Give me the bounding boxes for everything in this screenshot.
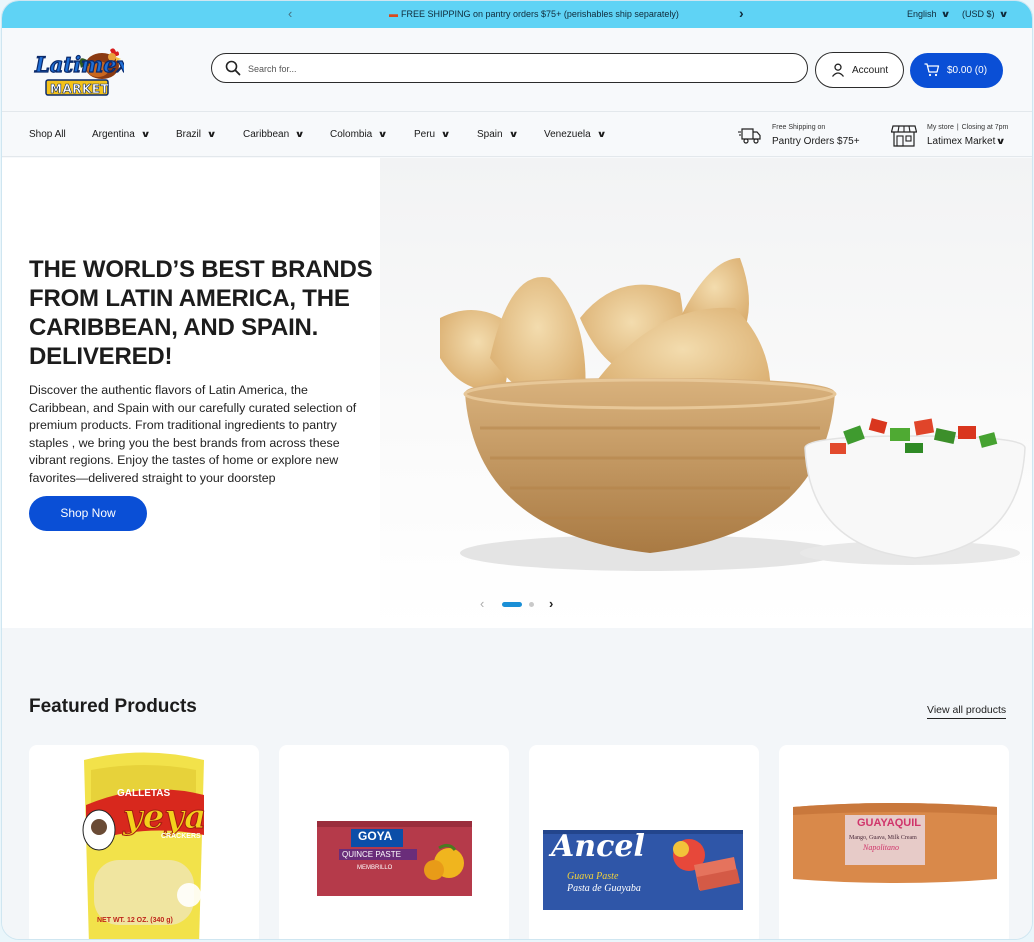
- nav-label: Shop All: [29, 129, 66, 140]
- slider-dot[interactable]: [529, 602, 534, 607]
- product-name: yeya: [122, 797, 207, 838]
- announcement-next-icon[interactable]: ›: [739, 5, 744, 21]
- chevron-down-icon: ∨: [995, 136, 1007, 146]
- store-small-text: My store | Closing at 7pm: [927, 124, 1009, 131]
- featured-title: Featured Products: [29, 696, 197, 717]
- product-brand: GOYA: [358, 829, 393, 843]
- storefront-icon: [891, 125, 917, 147]
- main-nav: Shop All Argentina ∨ Brazil ∨ Caribbean ∨ C…: [2, 113, 1032, 157]
- product-card[interactable]: GUAYAQUIL Mango, Guava, Milk Cream Napol…: [779, 745, 1009, 939]
- product-weight: NET WT. 12 OZ. (340 g): [97, 917, 173, 924]
- chevron-down-icon: ∨: [377, 129, 389, 139]
- store-label: My store: [927, 124, 954, 131]
- account-label: Account: [852, 65, 889, 76]
- search-bar[interactable]: [211, 53, 808, 83]
- language-label: English: [907, 9, 937, 19]
- currency-label: (USD $): [962, 9, 995, 19]
- store-name: Latimex Market: [927, 136, 996, 147]
- nav-item-peru[interactable]: Peru ∨: [414, 129, 451, 140]
- announcement-bar: ‹ ▬ FREE SHIPPING on pantry orders $75+ (…: [2, 1, 1032, 28]
- nav-item-venezuela[interactable]: Venezuela ∨: [544, 129, 607, 140]
- cart-icon: [924, 63, 940, 77]
- nav-item-colombia[interactable]: Colombia ∨: [330, 129, 389, 140]
- product-name: Guava Paste: [567, 871, 619, 882]
- featured-products-section: Featured Products View all products GALL…: [2, 628, 1032, 939]
- slider-prev-icon[interactable]: ‹: [480, 596, 484, 611]
- announcement-prev-icon[interactable]: ‹: [288, 6, 292, 21]
- svg-text:Latimex: Latimex: [34, 52, 124, 77]
- slider-dot-active[interactable]: [502, 602, 522, 607]
- product-sub: MEMBRILLO: [357, 865, 393, 871]
- view-all-products-link[interactable]: View all products: [927, 704, 1007, 719]
- product-brand: GUAYAQUIL: [857, 817, 921, 829]
- shipping-small-text: Free Shipping on: [772, 124, 826, 131]
- announcement-text: FREE SHIPPING on pantry orders $75+ (per…: [401, 9, 679, 19]
- nav-label: Peru: [414, 129, 436, 140]
- product-sub: CRACKERS: [161, 833, 201, 840]
- chevron-down-icon: ∨: [998, 9, 1009, 19]
- nav-item-brazil[interactable]: Brazil ∨: [176, 129, 217, 140]
- nav-label: Colombia: [330, 129, 373, 140]
- nav-item-shop-all[interactable]: Shop All: [29, 129, 66, 140]
- chevron-down-icon: ∨: [940, 9, 951, 19]
- product-sub: Pasta de Guayaba: [567, 883, 641, 894]
- chevron-down-icon: ∨: [140, 129, 151, 139]
- product-name: QUINCE PASTE: [342, 850, 401, 859]
- empanadas-illustration: [440, 258, 1026, 571]
- user-icon: [831, 63, 845, 77]
- account-button[interactable]: Account: [815, 52, 904, 88]
- logo-market-text: MARKET: [50, 82, 110, 97]
- product-name: Mango, Guava, Milk Cream: [849, 835, 917, 841]
- product-image-yeya-crackers: [82, 752, 204, 939]
- shop-now-button[interactable]: Shop Now: [29, 496, 147, 531]
- page-frame: ‹ ▬ FREE SHIPPING on pantry orders $75+ (…: [1, 0, 1033, 940]
- nav-item-argentina[interactable]: Argentina ∨: [92, 129, 151, 140]
- chevron-down-icon: ∨: [206, 129, 217, 139]
- chevron-down-icon: ∨: [294, 129, 305, 139]
- product-sub: Napolitano: [863, 843, 900, 852]
- announcement-message: ▬ FREE SHIPPING on pantry orders $75+ (pe…: [389, 9, 679, 19]
- search-input[interactable]: [248, 60, 788, 77]
- site-logo[interactable]: Latimex MARKET: [32, 42, 130, 98]
- gift-icon: ▬: [389, 9, 398, 19]
- shipping-main-text: Pantry Orders $75+: [772, 136, 860, 147]
- nav-label: Venezuela: [544, 129, 591, 140]
- currency-selector[interactable]: (USD $) ∨: [962, 9, 1009, 20]
- language-selector[interactable]: English ∨: [907, 9, 951, 20]
- nav-label: Spain: [477, 129, 503, 140]
- product-image-goya-quince: [317, 821, 472, 896]
- slider-next-icon[interactable]: ›: [549, 596, 553, 611]
- store-main-text: Latimex Market∨: [927, 136, 1007, 147]
- chevron-down-icon: ∨: [596, 129, 607, 139]
- product-card[interactable]: Ancel Guava Paste Pasta de Guayaba: [529, 745, 759, 939]
- delivery-truck-icon: [738, 128, 761, 144]
- hero-image-empanadas: [380, 158, 1032, 628]
- cart-total: $0.00 (0): [947, 65, 988, 76]
- product-card[interactable]: GALLETAS yeya CRACKERS NET WT. 12 OZ. (3…: [29, 745, 259, 939]
- hero-title: THE WORLD’S BEST BRANDS FROM LATIN AMERI…: [29, 256, 373, 370]
- hero-description: Discover the authentic flavors of Latin …: [29, 383, 357, 485]
- nav-item-caribbean[interactable]: Caribbean ∨: [243, 129, 305, 140]
- hero-banner: THE WORLD’S BEST BRANDS FROM LATIN AMERI…: [2, 158, 1032, 628]
- store-hours: Closing at 7pm: [961, 124, 1009, 131]
- product-brand: Ancel: [551, 829, 645, 864]
- nav-label: Argentina: [92, 129, 135, 140]
- nav-label: Brazil: [176, 129, 202, 140]
- search-icon: [225, 60, 241, 76]
- nav-item-spain[interactable]: Spain ∨: [477, 129, 519, 140]
- nav-label: Caribbean: [243, 129, 290, 140]
- chevron-down-icon: ∨: [508, 129, 519, 139]
- product-card[interactable]: GOYA QUINCE PASTE MEMBRILLO: [279, 745, 509, 939]
- site-header: Latimex MARKET Account: [2, 28, 1032, 112]
- cart-button[interactable]: $0.00 (0): [910, 53, 1003, 88]
- hero-slider-controls: ‹ ›: [480, 596, 560, 612]
- chevron-down-icon: ∨: [440, 129, 451, 139]
